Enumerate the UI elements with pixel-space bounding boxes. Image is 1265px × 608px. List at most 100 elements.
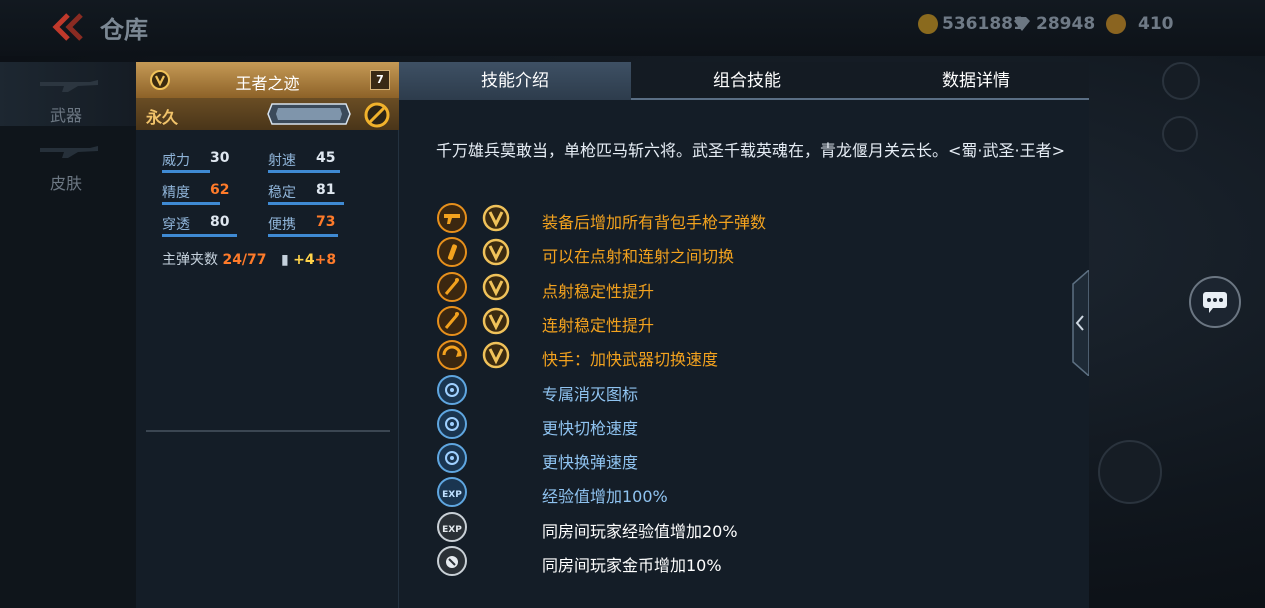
stat-bar — [162, 234, 237, 237]
stat-item: 穿透 80 — [162, 214, 262, 238]
back-chevron-icon[interactable] — [48, 10, 88, 44]
sidebar-item-skins[interactable]: 皮肤 — [0, 128, 136, 193]
sidebar-item-weapons[interactable]: 武器 — [0, 62, 136, 126]
ammo-info: 主弹夹数 24/77 ▮ +4+8 — [162, 249, 336, 269]
stat-label: 便携 — [268, 217, 296, 233]
skill-row: 装备后增加所有背包手枪子弹数 — [436, 202, 1076, 236]
kill-mark-icon — [437, 375, 467, 405]
vip-v-icon — [482, 307, 510, 335]
stat-bar — [268, 234, 338, 237]
vip-v-icon — [482, 238, 510, 266]
stat-bar — [268, 170, 340, 173]
skill-row: 快手：加快武器切换速度 — [436, 339, 1076, 373]
ammo-value: 24/77 — [222, 252, 267, 268]
reload-speed-icon — [437, 443, 467, 473]
ammo-bonus: +8 — [314, 252, 337, 268]
skill-text: 经验值增加100% — [542, 487, 668, 506]
skill-row: 更快换弹速度 — [436, 442, 1076, 476]
weapon-description: 千万雄兵莫敢当，单枪匹马斩六将。武圣千载英魂在，青龙偃月关云长。<蜀·武圣·王者… — [436, 141, 1065, 160]
stat-value: 81 — [316, 182, 336, 198]
stat-item: 射速 45 — [268, 150, 368, 174]
skill-text: 装备后增加所有背包手枪子弹数 — [542, 213, 767, 232]
quick-switch-icon — [437, 340, 467, 370]
stability-icon — [437, 272, 467, 302]
exp-icon: EXP — [437, 477, 467, 507]
room-exp-icon: EXP — [437, 512, 467, 542]
stat-label: 射速 — [268, 153, 296, 169]
skill-text: 快手：加快武器切换速度 — [542, 350, 719, 369]
detail-tabs: 技能介绍 组合技能 数据详情 — [399, 62, 1089, 100]
skill-text: 专属消灭图标 — [542, 385, 639, 404]
switch-speed-icon — [437, 409, 467, 439]
skill-row: 同房间玩家金币增加10% — [436, 545, 1076, 579]
chat-button[interactable] — [1189, 276, 1241, 328]
weapon-subheader: 永久 — [136, 98, 399, 130]
stat-bar — [162, 170, 210, 173]
collapse-panel-button[interactable] — [1071, 270, 1089, 376]
stat-label: 威力 — [162, 153, 190, 169]
stat-item: 便携 73 — [268, 214, 368, 238]
weapon-level-badge: 7 — [370, 70, 390, 90]
stat-value: 62 — [210, 182, 230, 198]
weapon-header: 王者之迹 7 — [136, 62, 399, 98]
stat-item: 精度 62 — [162, 182, 262, 206]
bullet-icon: ▮ — [280, 252, 289, 268]
stat-item: 稳定 81 — [268, 182, 368, 206]
chat-bubble-icon — [1203, 292, 1227, 313]
diamond-icon — [1014, 17, 1030, 31]
top-bar: 仓库 5361881 28948 410 — [0, 0, 1265, 56]
points-icon — [1106, 14, 1126, 34]
svg-text:EXP: EXP — [442, 525, 462, 535]
diamond-amount: 28948 — [1036, 14, 1096, 34]
settings-icon — [1162, 62, 1200, 100]
skill-row: 可以在点射和连射之间切换 — [436, 236, 1076, 270]
points-amount: 410 — [1138, 14, 1174, 34]
stat-value: 73 — [316, 214, 336, 230]
gold-coin-icon — [918, 14, 938, 34]
weapon-detail-panel: 王者之迹 7 永久 威力 30 射速 45 精度 62 稳定 81 穿透 80 便携 73 主弹夹数 … — [136, 62, 1089, 608]
stability-icon — [437, 306, 467, 336]
bullet-icon — [437, 237, 467, 267]
tab-data-details[interactable]: 数据详情 — [863, 62, 1089, 100]
skill-text: 同房间玩家金币增加10% — [542, 556, 722, 575]
skill-text: 更快切枪速度 — [542, 419, 639, 438]
tab-skill-intro[interactable]: 技能介绍 — [399, 62, 631, 100]
skill-row: EXP 经验值增加100% — [436, 476, 1076, 510]
vip-v-icon — [482, 204, 510, 232]
skill-text: 可以在点射和连射之间切换 — [542, 247, 735, 266]
player-one-icon — [1162, 116, 1198, 152]
stat-value: 80 — [210, 214, 230, 230]
stat-value: 30 — [210, 150, 230, 166]
stat-value: 45 — [316, 150, 336, 166]
no-trade-icon — [364, 102, 390, 128]
skill-text: 同房间玩家经验值增加20% — [542, 522, 738, 541]
skill-text: 点射稳定性提升 — [542, 282, 655, 301]
sidebar-item-label: 皮肤 — [50, 174, 83, 193]
weapon-info-column: 王者之迹 7 永久 威力 30 射速 45 精度 62 稳定 81 穿透 80 便携 73 主弹夹数 … — [136, 62, 399, 608]
ammo-label: 主弹夹数 — [162, 252, 218, 268]
stat-bar — [162, 202, 220, 205]
rifle-icon — [40, 80, 98, 92]
sidebar-item-label: 武器 — [50, 106, 83, 125]
stat-bar — [268, 202, 344, 205]
ammo-bonus: +4 — [293, 252, 315, 268]
vip-v-icon — [482, 341, 510, 369]
pistol-icon — [437, 203, 467, 233]
svg-text:EXP: EXP — [442, 490, 462, 500]
duration-label: 永久 — [146, 108, 179, 127]
skill-row: 点射稳定性提升 — [436, 271, 1076, 305]
weapon-name: 王者之迹 — [235, 74, 300, 93]
skill-text: 更快换弹速度 — [542, 453, 639, 472]
skill-row: EXP 同房间玩家经验值增加20% — [436, 511, 1076, 545]
rifle-icon — [40, 146, 98, 158]
skill-text: 连射稳定性提升 — [542, 316, 655, 335]
room-coin-icon — [437, 546, 467, 576]
skill-row: 连射稳定性提升 — [436, 305, 1076, 339]
sidebar: 武器 皮肤 — [0, 62, 136, 608]
skill-row: 更快切枪速度 — [436, 408, 1076, 442]
tab-combo-skills[interactable]: 组合技能 — [631, 62, 863, 100]
stat-label: 穿透 — [162, 217, 190, 233]
stat-item: 威力 30 — [162, 150, 262, 174]
stat-label: 稳定 — [268, 185, 296, 201]
divider — [146, 430, 390, 432]
